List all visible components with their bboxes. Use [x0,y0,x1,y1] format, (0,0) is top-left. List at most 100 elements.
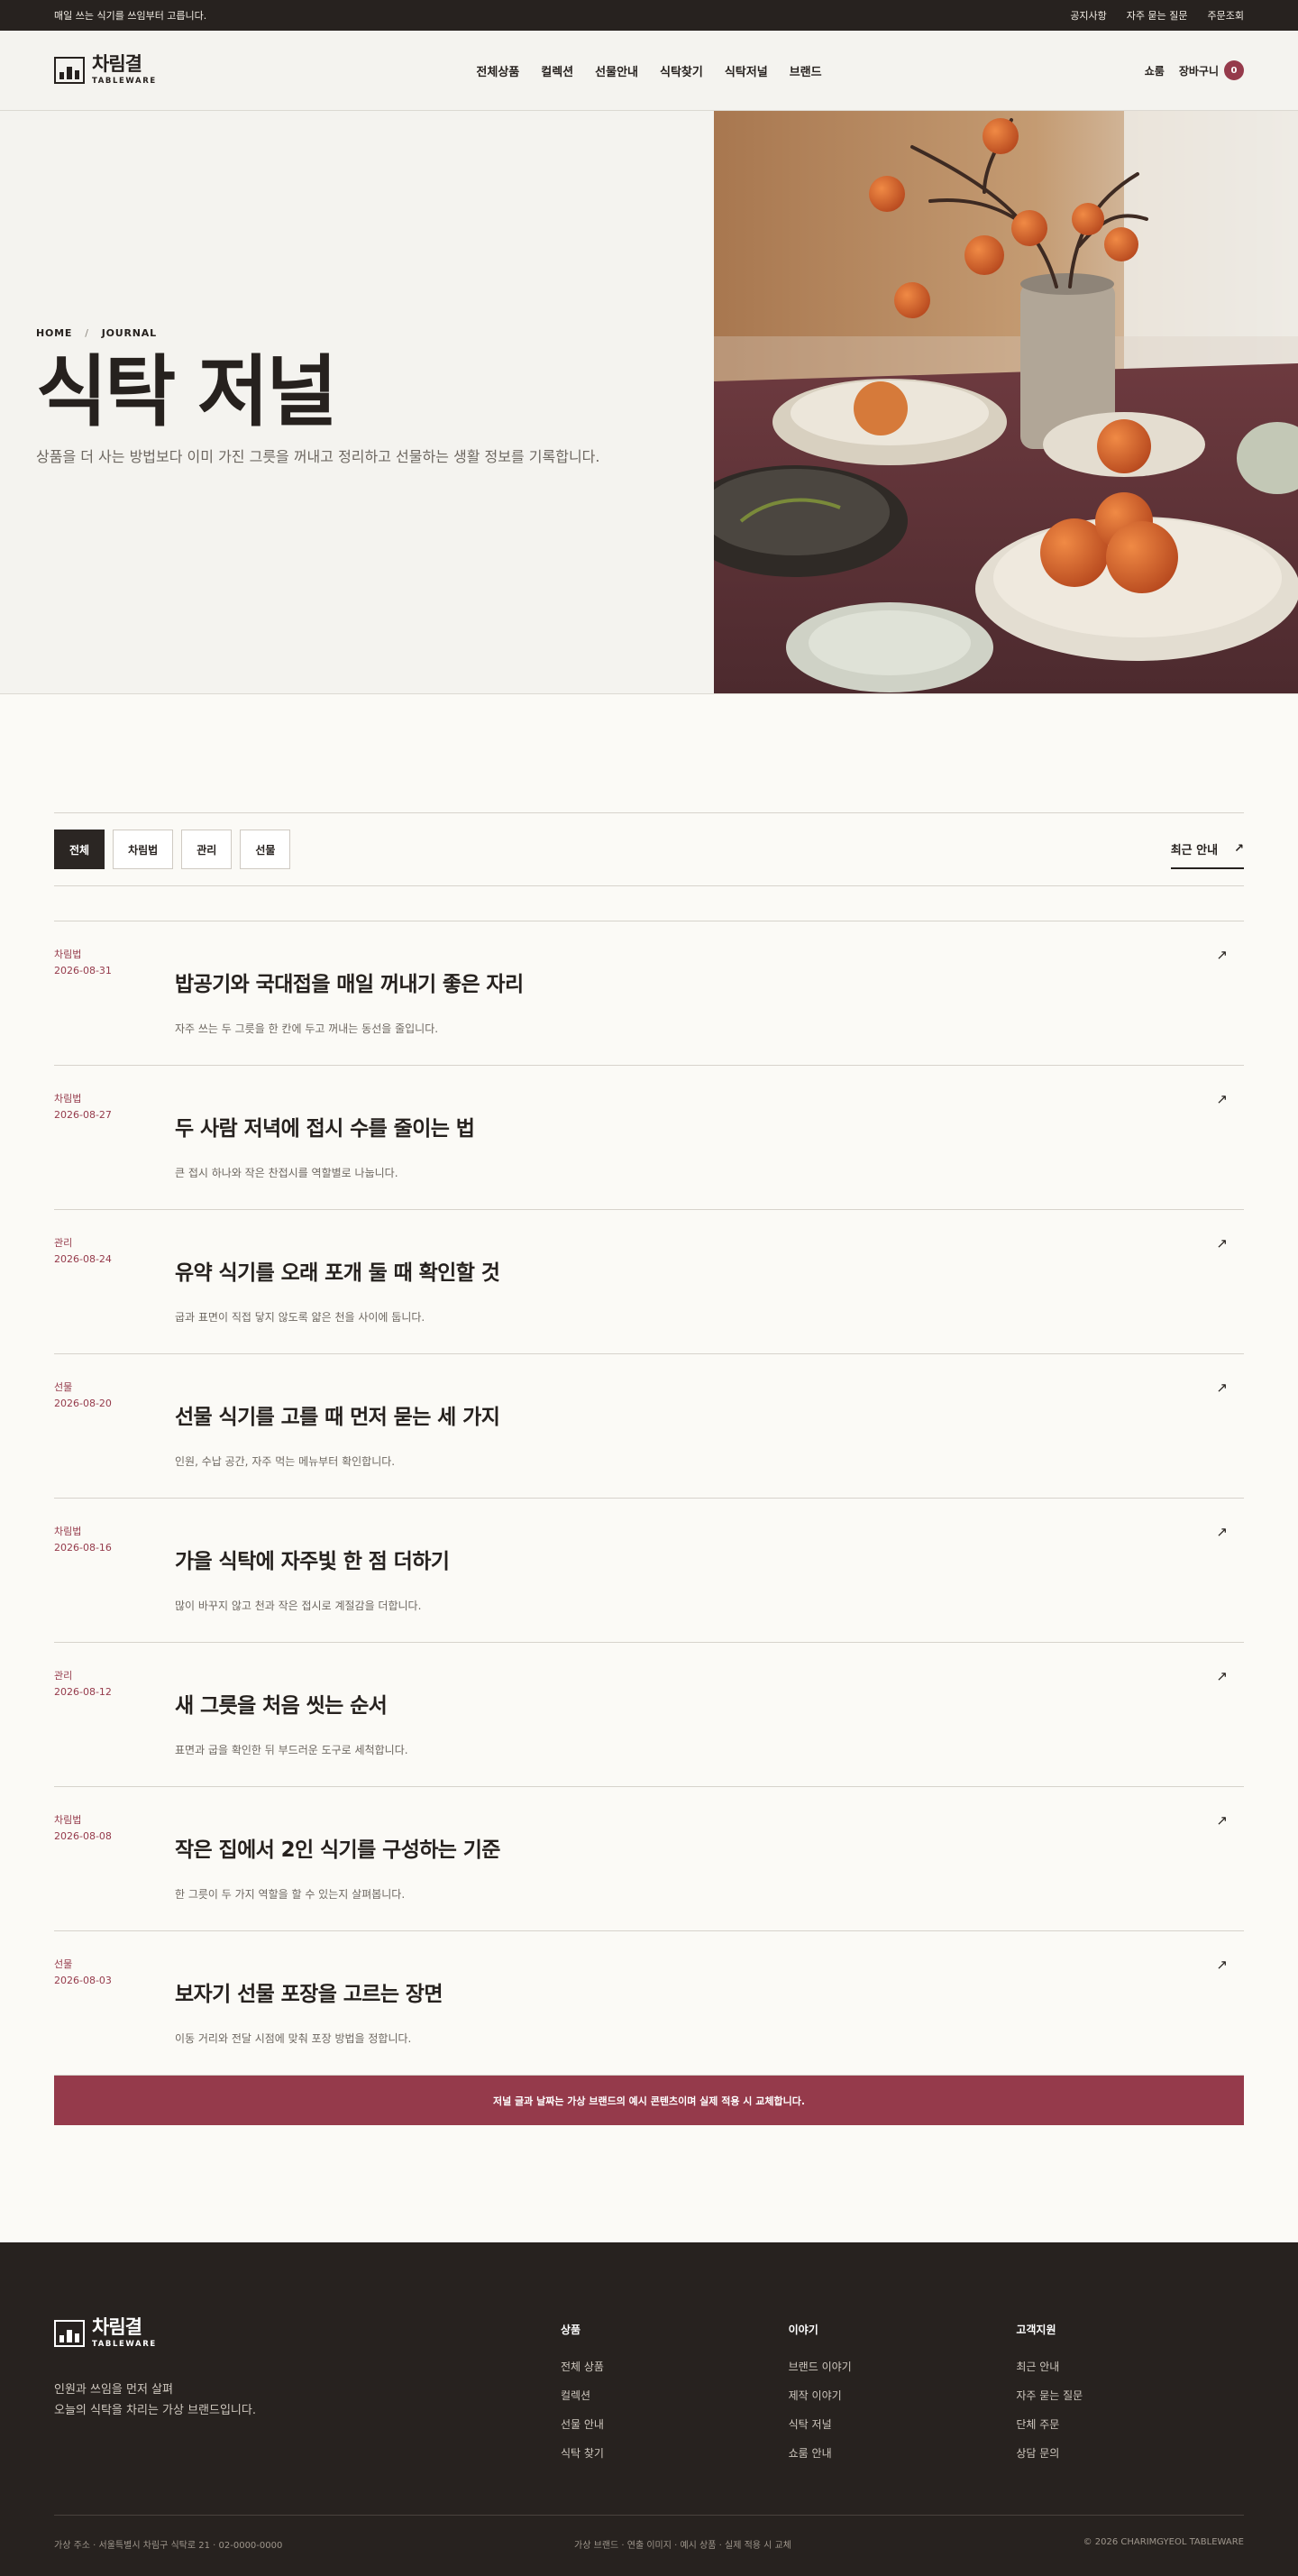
journal-section: 전체 차림법 관리 선물 최근 안내 ↗ 차림법 2026-08-31 밥공기와 국… [0,694,1298,2125]
post-summary: 한 그릇이 두 가지 역할을 할 수 있는지 살펴봅니다. [175,1888,406,1901]
post-title[interactable]: 가을 식탁에 자주빛 한 점 더하기 [175,1544,450,1574]
post-summary: 많이 바꾸지 않고 천과 작은 접시로 계절감을 더합니다. [175,1600,422,1612]
post-title[interactable]: 작은 집에서 2인 식기를 구성하는 기준 [175,1832,500,1863]
footer-main: 차림결 TABLEWARE 인원과 쓰임을 먼저 살펴 오늘의 식탁을 차리는 … [54,2242,1244,2474]
journal-post[interactable]: 관리 2026-08-12 새 그릇을 처음 씻는 순서표면과 굽을 확인한 뒤 부… [54,1643,1244,1787]
journal-post[interactable]: 선물 2026-08-03 보자기 선물 포장을 고르는 장면 이동 거리와 전달 시… [54,1931,1244,2076]
hero-photo [714,111,1298,693]
footer-link[interactable]: 자주 묻는 질문 [1016,2388,1244,2416]
top-links: 공지사항 자주 묻는 질문 주문조회 [1070,8,1244,23]
post-summary: 자주 쓰는 두 그릇을 한 칸에 두고 꺼내는 동선을 줄입니다. [175,1022,439,1035]
footer-bottom: 가상 주소 · 서울특별시 차림구 식탁로 21 · 02-0000-0000 … [54,2515,1244,2551]
post-summary: 이동 거리와 전달 시점에 맞춰 포장 방법을 정합니다. [175,2032,412,2045]
footer-logo-subtitle: TABLEWARE [92,2340,157,2349]
post-title[interactable]: 보자기 선물 포장을 고르는 장면 [175,1976,443,2007]
logo-subtitle: TABLEWARE [92,77,157,87]
breadcrumb-current: JOURNAL [101,327,157,339]
footer-link[interactable]: 식탁 찾기 [561,2445,789,2474]
category-filters: 전체 차림법 관리 선물 [54,830,291,869]
footer-link[interactable]: 상담 문의 [1016,2445,1244,2474]
cart-link[interactable]: 장바구니 0 [1179,60,1244,80]
arrow-up-right-icon[interactable]: ↗ [1216,1380,1228,1396]
footer-link[interactable]: 전체 상품 [561,2359,789,2388]
post-summary: 표면과 굽을 확인한 뒤 부드러운 도구로 세척합니다. [175,1744,408,1756]
post-body: 가을 식탁에 자주빛 한 점 더하기많이 바꾸지 않고 천과 작은 접시로 계절… [175,1499,450,1642]
post-body: 작은 집에서 2인 식기를 구성하는 기준한 그릇이 두 가지 역할을 할 수 … [175,1787,500,1930]
notice-banner: 저널 글과 날짜는 가상 브랜드의 예시 콘텐츠이며 실제 적용 시 교체합니다… [54,2076,1244,2125]
post-title[interactable]: 두 사람 저녁에 접시 수를 줄이는 법 [175,1111,475,1141]
footer-col-title: 이야기 [788,2324,818,2336]
top-link-order[interactable]: 주문조회 [1208,8,1244,23]
footer-tagline-line2: 오늘의 식탁을 차리는 가상 브랜드입니다. [54,2403,256,2417]
arrow-up-right-icon[interactable]: ↗ [1216,1091,1228,1107]
footer-link[interactable]: 식탁 저널 [789,2416,1017,2445]
post-title[interactable]: 새 그릇을 처음 씻는 순서 [175,1688,408,1719]
post-category: 선물 [54,1381,73,1393]
journal-post[interactable]: 차림법 2026-08-27 두 사람 저녁에 접시 수를 줄이는 법큰 접시 하나… [54,1066,1244,1210]
footer-col-title: 상품 [560,2324,581,2336]
nav-table-finder[interactable]: 식탁찾기 [660,62,703,79]
post-category: 차림법 [54,1526,82,1537]
nav-brand[interactable]: 브랜드 [790,62,822,79]
footer-link[interactable]: 제작 이야기 [789,2388,1017,2416]
post-body: 두 사람 저녁에 접시 수를 줄이는 법큰 접시 하나와 작은 찬접시를 역할별… [175,1066,475,1209]
arrow-up-right-icon[interactable]: ↗ [1216,1812,1228,1829]
post-category: 차림법 [54,1814,82,1826]
post-date: 2026-08-12 [54,1685,112,1698]
page-title: 식탁 저널 [36,347,337,437]
post-body: 유약 식기를 오래 포개 둘 때 확인할 것 굽과 표면이 직접 닿지 않도록 얇… [175,1210,500,1353]
post-title[interactable]: 밥공기와 국대접을 매일 꺼내기 좋은 자리 [175,967,524,997]
filter-chip-care[interactable]: 관리 [181,830,233,869]
post-category: 선물 [54,1958,73,1970]
post-title[interactable]: 유약 식기를 오래 포개 둘 때 확인할 것 [175,1255,500,1286]
top-strip: 매일 쓰는 식기를 쓰임부터 고릅니다. 공지사항 자주 묻는 질문 주문조회 [0,0,1298,31]
journal-post[interactable]: 차림법 2026-08-31 밥공기와 국대접을 매일 꺼내기 좋은 자리 자주 쓰는… [54,921,1244,1066]
nav-collection[interactable]: 컬렉션 [541,62,573,79]
footer-col-title: 고객지원 [1016,2324,1056,2336]
footer-tagline-line1: 인원과 쓰임을 먼저 살펴 [54,2382,173,2397]
footer-link[interactable]: 쇼룸 안내 [789,2445,1017,2474]
filter-chip-all[interactable]: 전체 [54,830,105,869]
journal-post[interactable]: 차림법 2026-08-16 가을 식탁에 자주빛 한 점 더하기 많이 바꾸지 않고… [54,1499,1244,1643]
footer-link[interactable]: 선물 안내 [561,2416,789,2445]
footer-col-products: 상품 전체 상품 컬렉션 선물 안내 식탁 찾기 [561,2318,789,2474]
footer-link[interactable]: 최근 안내 [1016,2359,1244,2388]
nav-all-products[interactable]: 전체상품 [476,62,519,79]
arrow-up-right-icon[interactable]: ↗ [1216,1235,1228,1251]
post-meta: 관리 2026-08-12 [54,1643,175,1786]
top-link-faq[interactable]: 자주 묻는 질문 [1127,8,1188,23]
post-date: 2026-08-24 [54,1252,112,1265]
post-date: 2026-08-31 [54,964,112,976]
brand-logo[interactable]: 차림결 TABLEWARE [54,55,157,86]
arrow-up-right-icon[interactable]: ↗ [1216,1957,1228,1973]
post-title[interactable]: 선물 식기를 고를 때 먼저 묻는 세 가지 [175,1399,500,1430]
site-footer: 차림결 TABLEWARE 인원과 쓰임을 먼저 살펴 오늘의 식탁을 차리는 … [0,2242,1298,2576]
filter-bar: 전체 차림법 관리 선물 최근 안내 ↗ [54,812,1244,886]
footer-address: 가상 주소 · 서울특별시 차림구 식탁로 21 · 02-0000-0000 [54,2541,283,2551]
nav-journal[interactable]: 식탁저널 [725,62,768,79]
cart-count-badge: 0 [1224,60,1244,80]
logo-icon [54,2319,85,2347]
footer-logo[interactable]: 차림결 TABLEWARE [54,2318,561,2349]
footer-link[interactable]: 컬렉션 [561,2388,789,2416]
post-date: 2026-08-20 [54,1397,112,1409]
logo-wordmark: 차림결 [92,53,142,76]
showroom-link[interactable]: 쇼룸 [1145,63,1165,78]
footer-tagline: 인원과 쓰임을 먼저 살펴 오늘의 식탁을 차리는 가상 브랜드입니다. [54,2379,561,2422]
sort-select[interactable]: 최근 안내 ↗ [1170,830,1244,869]
top-link-notice[interactable]: 공지사항 [1070,8,1106,23]
journal-post[interactable]: 관리 2026-08-24 유약 식기를 오래 포개 둘 때 확인할 것 굽과 표면이… [54,1210,1244,1354]
arrow-up-right-icon[interactable]: ↗ [1216,1524,1228,1540]
breadcrumb-home[interactable]: HOME [36,327,72,339]
filter-chip-gift[interactable]: 선물 [240,830,291,869]
footer-copyright: © 2026 CHARIMGYEOL TABLEWARE [1083,2537,1244,2547]
arrow-up-right-icon[interactable]: ↗ [1216,1668,1228,1684]
journal-post[interactable]: 선물 2026-08-20 선물 식기를 고를 때 먼저 묻는 세 가지 인원, 수납… [54,1354,1244,1499]
post-summary: 큰 접시 하나와 작은 찬접시를 역할별로 나눕니다. [175,1167,398,1179]
journal-post[interactable]: 차림법 2026-08-08 작은 집에서 2인 식기를 구성하는 기준 한 그릇이 … [54,1787,1244,1931]
footer-link[interactable]: 단체 주문 [1016,2416,1244,2445]
nav-gift-guide[interactable]: 선물안내 [595,62,638,79]
footer-link[interactable]: 브랜드 이야기 [789,2359,1017,2388]
arrow-up-right-icon[interactable]: ↗ [1216,947,1228,963]
filter-chip-setting[interactable]: 차림법 [113,830,174,869]
